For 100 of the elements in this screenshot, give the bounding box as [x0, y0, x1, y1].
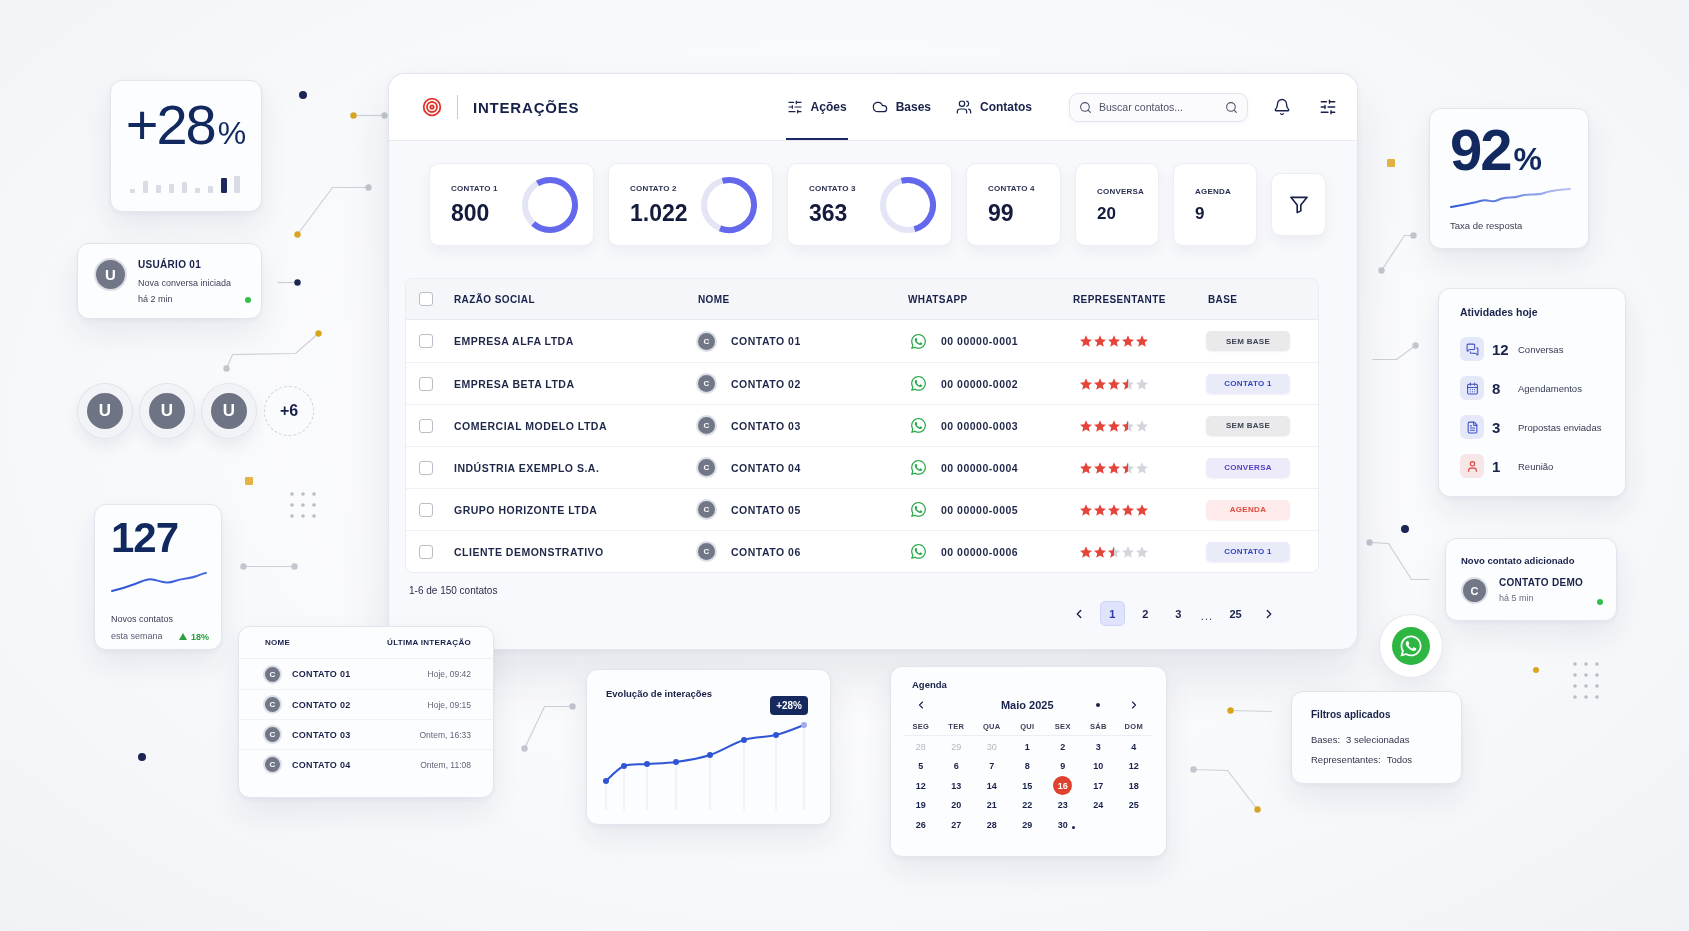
contact-avatar: C [696, 330, 717, 352]
stat-label: CONTATO 1 [451, 184, 498, 193]
column-header: NOME [698, 293, 730, 305]
connector-line [1365, 538, 1433, 583]
row-checkbox[interactable] [419, 418, 433, 433]
calendar-day[interactable]: 1 [1017, 737, 1037, 757]
star-icon [1094, 335, 1106, 347]
settings-icon[interactable] [1319, 98, 1337, 116]
calendar-day[interactable]: 12 [1124, 756, 1144, 776]
calendar-day[interactable]: 16 [1053, 776, 1073, 796]
company-name: GRUPO HORIZONTE LTDA [454, 503, 598, 516]
calendar-day[interactable]: 6 [946, 756, 966, 776]
card-label: Taxa de resposta [1450, 219, 1524, 232]
activity-count: 8 [1492, 379, 1502, 397]
calendar-day[interactable]: 29 [1017, 815, 1037, 835]
contact-name: CONTATO 02 [731, 377, 801, 390]
calendar-day[interactable]: 25 [1124, 795, 1144, 815]
page-button[interactable]: 25 [1223, 601, 1248, 626]
calendar-day[interactable]: 2 [1053, 737, 1073, 757]
calendar-day[interactable]: 10 [1088, 756, 1108, 776]
nav-tab[interactable]: Contatos [955, 74, 1033, 140]
calendar-day[interactable]: 22 [1017, 795, 1037, 815]
calendar-day[interactable]: 23 [1053, 795, 1073, 815]
calendar-day[interactable]: 5 [911, 756, 931, 776]
users-icon [956, 99, 972, 115]
star-icon [1108, 461, 1120, 474]
star-icon [1080, 461, 1092, 474]
growth-badge: +28% [770, 696, 808, 715]
activity-label: Reunião [1518, 460, 1554, 472]
calendar-day[interactable]: 21 [982, 795, 1002, 815]
base-tag: AGENDA [1206, 499, 1290, 520]
column-header: RAZÃO SOCIAL [454, 293, 535, 305]
added-time: há 5 min [1499, 592, 1535, 605]
filter-label: Bases: [1311, 734, 1341, 745]
nav-tab[interactable]: Bases [870, 74, 932, 140]
whatsapp-icon [910, 332, 927, 350]
row-checkbox[interactable] [419, 460, 433, 475]
whatsapp-icon [910, 375, 927, 392]
calendar-day[interactable]: 17 [1088, 776, 1108, 796]
contact-name: CONTATO 01 [731, 335, 801, 347]
calendar-day[interactable]: 12 [911, 776, 931, 796]
stat-value: 363 [809, 202, 849, 225]
month-label: Maio 2025 [1000, 699, 1054, 711]
base-tag: CONVERSA [1206, 457, 1290, 478]
contact-avatar: C [263, 664, 282, 684]
contact-avatar: C [263, 755, 282, 774]
phone-number: 00 00000-0004 [941, 461, 1019, 474]
calendar-day[interactable]: 7 [982, 756, 1002, 776]
data-point [644, 761, 650, 767]
calendar-day[interactable]: 30 [1053, 815, 1073, 835]
bell-icon[interactable] [1273, 98, 1291, 116]
user-avatar: U [140, 384, 194, 438]
calendar-day[interactable]: 28 [982, 815, 1002, 835]
card-title: Filtros aplicados [1311, 708, 1392, 722]
data-point [707, 752, 713, 758]
calendar-day[interactable]: 19 [911, 795, 931, 815]
stat-value: 9 [1195, 205, 1206, 222]
calendar-day[interactable]: 4 [1124, 737, 1144, 757]
calendar-day[interactable]: 15 [1017, 776, 1037, 796]
mini-bar [156, 185, 161, 193]
star-icon [1108, 335, 1120, 347]
calendar-day[interactable]: 27 [946, 815, 966, 835]
select-all-checkbox[interactable] [419, 292, 433, 306]
calendar-day[interactable]: 24 [1088, 795, 1108, 815]
user-name: USUÁRIO 01 [138, 258, 202, 272]
mini-bar [234, 176, 240, 193]
filter-button[interactable] [1271, 173, 1326, 236]
card-label: Novos contatos [111, 613, 175, 626]
search-field[interactable]: Buscar contatos... [1069, 92, 1248, 122]
stat-label: CONTATO 3 [809, 184, 856, 193]
nav-tab[interactable]: Ações [785, 74, 848, 140]
filter-value: Todos [1386, 754, 1413, 765]
activity-label: Propostas enviadas [1518, 421, 1602, 433]
results-summary: 1-6 de 150 contatos [409, 584, 498, 598]
calendar-day[interactable]: 18 [1124, 776, 1144, 796]
row-checkbox[interactable] [419, 502, 433, 517]
row-checkbox[interactable] [419, 376, 433, 391]
page-button[interactable]: 2 [1132, 601, 1158, 626]
row-checkbox[interactable] [419, 334, 433, 348]
page-button[interactable]: 1 [1099, 601, 1125, 626]
calendar-day[interactable]: 20 [946, 795, 966, 815]
whatsapp-icon [910, 459, 927, 476]
calendar-day[interactable]: 26 [911, 815, 931, 835]
data-point [741, 737, 747, 743]
company-name: CLIENTE DEMONSTRATIVO [454, 545, 604, 558]
page-title: INTERAÇÕES [473, 98, 580, 116]
calendar-day[interactable]: 9 [1053, 756, 1073, 776]
calendar-day[interactable]: 14 [982, 776, 1002, 796]
row-checkbox[interactable] [419, 544, 433, 559]
page-button[interactable]: 3 [1165, 601, 1191, 626]
calendar-day[interactable]: 8 [1017, 756, 1037, 776]
contact-name: CONTATO 05 [731, 503, 801, 516]
calendar-day[interactable]: 3 [1088, 737, 1108, 757]
notification-time: há 2 min [138, 293, 174, 306]
dot-icon [299, 91, 307, 99]
calendar-day[interactable]: 13 [946, 776, 966, 796]
interaction-time: Ontem, 16:33 [419, 729, 471, 740]
data-point [673, 759, 679, 765]
cloud-icon [871, 99, 888, 115]
star-icon [1122, 377, 1134, 390]
